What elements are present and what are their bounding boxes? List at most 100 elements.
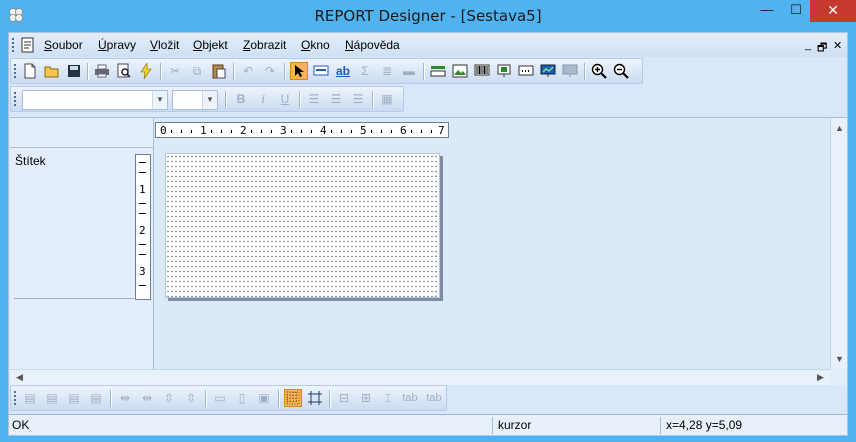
- format-toolbar: ▼ ▼ B I U ☰ ☰ ☰ ▦: [10, 86, 404, 112]
- paste-icon[interactable]: [210, 62, 228, 80]
- status-message: OK: [9, 417, 493, 434]
- ruler-tick: [371, 130, 372, 133]
- mdi-restore-button[interactable]: 🗗: [817, 39, 827, 58]
- ruler-number: 5: [360, 124, 367, 137]
- font-name-combo[interactable]: ▼: [22, 90, 168, 110]
- section-icon[interactable]: [429, 62, 447, 80]
- toolbar-grip[interactable]: [14, 64, 18, 79]
- vertical-scrollbar[interactable]: ▲ ▼: [830, 118, 847, 369]
- scroll-down-icon[interactable]: ▼: [832, 351, 847, 367]
- space-horizontal-icon[interactable]: ⇹: [116, 389, 134, 407]
- run-icon[interactable]: [137, 62, 155, 80]
- align-bottoms-icon[interactable]: ▤: [87, 389, 105, 407]
- tab-order-icon[interactable]: tab: [399, 389, 421, 407]
- align-right-icon[interactable]: ☰: [349, 90, 367, 108]
- align-left-icon[interactable]: ☰: [305, 90, 323, 108]
- align-center-icon[interactable]: ☰: [327, 90, 345, 108]
- menu-okno[interactable]: Okno: [301, 38, 330, 52]
- new-icon[interactable]: [21, 62, 39, 80]
- chart-disabled-icon[interactable]: [561, 62, 579, 80]
- scroll-right-icon[interactable]: ▶: [813, 370, 828, 385]
- space-vertical-equal-icon[interactable]: ⇳: [182, 389, 200, 407]
- scroll-up-icon[interactable]: ▲: [832, 120, 847, 136]
- toolbar-separator: [225, 91, 226, 108]
- document-icon[interactable]: [21, 37, 35, 53]
- minimize-button[interactable]: —: [752, 0, 782, 22]
- menu-objekt[interactable]: Objekt: [193, 38, 228, 52]
- label-text-icon[interactable]: ab: [334, 62, 352, 80]
- select-pointer-icon[interactable]: [290, 62, 308, 80]
- ruler-number: 2: [240, 124, 247, 137]
- maximize-button[interactable]: ☐: [782, 0, 810, 22]
- align-lefts-icon[interactable]: ▤: [21, 389, 39, 407]
- barcode-icon[interactable]: [473, 62, 491, 80]
- snap-frame-icon[interactable]: [306, 389, 324, 407]
- menu-grip[interactable]: [12, 38, 16, 52]
- menu-vlozit[interactable]: Vložit: [150, 38, 179, 52]
- horizontal-scrollbar[interactable]: ◀ ▶: [10, 369, 830, 385]
- image-icon[interactable]: [451, 62, 469, 80]
- center-vertical-icon[interactable]: ⊞: [357, 389, 375, 407]
- toolbar-separator: [160, 63, 161, 80]
- tab-order-reverse-icon[interactable]: tab: [423, 389, 445, 407]
- ruler-tick: [139, 213, 146, 214]
- save-icon[interactable]: [65, 62, 83, 80]
- menu-zobrazit[interactable]: Zobrazit: [243, 38, 286, 52]
- menu-napoveda[interactable]: Nápověda: [345, 38, 400, 52]
- bold-button[interactable]: B: [232, 90, 250, 108]
- cut-icon[interactable]: ✂: [166, 62, 184, 80]
- print-preview-icon[interactable]: [115, 62, 133, 80]
- text-field-icon[interactable]: [312, 62, 330, 80]
- print-icon[interactable]: [93, 62, 111, 80]
- scrollbar-corner: [830, 369, 847, 385]
- toolbar-grip[interactable]: [14, 391, 18, 406]
- italic-button[interactable]: I: [254, 90, 272, 108]
- menu-upravy[interactable]: Úpravy: [98, 38, 136, 52]
- align-tops-icon[interactable]: ▤: [65, 389, 83, 407]
- ruler-tick: [341, 130, 342, 133]
- window-title: REPORT Designer - [Sestava5]: [314, 7, 542, 25]
- close-button[interactable]: ✕: [810, 0, 856, 22]
- section-label[interactable]: Štítek: [15, 154, 46, 168]
- ellipsis-box-icon[interactable]: [517, 62, 535, 80]
- open-icon[interactable]: [43, 62, 61, 80]
- variable-icon[interactable]: ≣: [378, 62, 396, 80]
- label-band-canvas[interactable]: [165, 153, 440, 298]
- copy-icon[interactable]: ⧉: [188, 62, 206, 80]
- zoom-in-icon[interactable]: [590, 62, 608, 80]
- zoom-out-icon[interactable]: [612, 62, 630, 80]
- space-vertical-icon[interactable]: ⇳: [160, 389, 178, 407]
- grid-toggle-icon[interactable]: [284, 389, 302, 407]
- align-grid-icon[interactable]: ⌶: [379, 389, 397, 407]
- scroll-left-icon[interactable]: ◀: [12, 370, 27, 385]
- mdi-minimize-button[interactable]: _: [805, 39, 811, 51]
- chevron-down-icon[interactable]: ▼: [202, 91, 217, 109]
- band-shadow: [440, 156, 443, 301]
- font-size-combo[interactable]: ▼: [172, 90, 218, 110]
- sum-icon[interactable]: Σ: [356, 62, 374, 80]
- same-width-icon[interactable]: ▭: [211, 389, 229, 407]
- toolbar-grip[interactable]: [14, 92, 18, 107]
- space-horizontal-equal-icon[interactable]: ⇹: [138, 389, 156, 407]
- ruler-tick: [351, 130, 352, 133]
- redo-icon[interactable]: ↷: [261, 62, 279, 80]
- mdi-close-button[interactable]: ✕: [833, 39, 842, 52]
- title-bar: REPORT Designer - [Sestava5] — ☐ ✕: [0, 0, 856, 32]
- undo-icon[interactable]: ↶: [239, 62, 257, 80]
- ruler-tick: [139, 244, 146, 245]
- ruler-tick: [251, 130, 252, 133]
- chevron-down-icon[interactable]: ▼: [152, 91, 167, 109]
- ruler-number: 3: [139, 265, 146, 278]
- menu-soubor[interactable]: Soubor: [44, 38, 83, 52]
- properties-icon[interactable]: ▦: [378, 90, 396, 108]
- line-icon[interactable]: ▬: [400, 62, 418, 80]
- same-height-icon[interactable]: ▯: [233, 389, 251, 407]
- ruler-tick: [261, 130, 262, 133]
- align-rights-icon[interactable]: ▤: [43, 389, 61, 407]
- object-icon[interactable]: [495, 62, 513, 80]
- center-horizontal-icon[interactable]: ⊟: [335, 389, 353, 407]
- underline-button[interactable]: U: [276, 90, 294, 108]
- ruler-tick: [139, 254, 146, 255]
- chart-icon[interactable]: [539, 62, 557, 80]
- same-size-icon[interactable]: ▣: [255, 389, 273, 407]
